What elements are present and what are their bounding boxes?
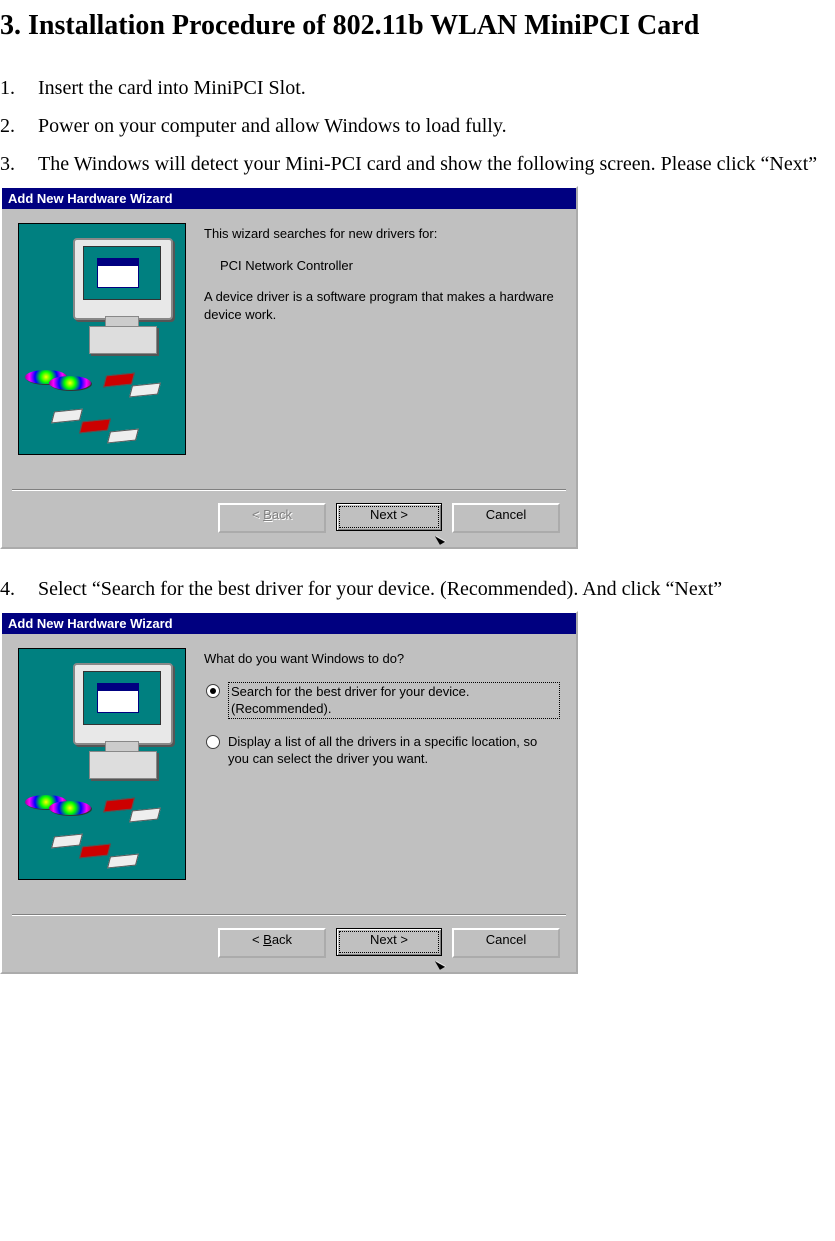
wizard-button-row: < Back Next > Cancel — [2, 916, 576, 972]
wizard-dialog-2: Add New Hardware Wizard What do you want… — [0, 611, 578, 974]
step-text: Select “Search for the best driver for y… — [38, 573, 835, 605]
radio-icon — [206, 684, 220, 698]
step-number: 2. — [0, 110, 38, 142]
cancel-button[interactable]: Cancel — [452, 503, 560, 533]
wizard-content: This wizard searches for new drivers for… — [204, 223, 560, 483]
step-3: 3. The Windows will detect your Mini-PCI… — [0, 148, 835, 180]
install-steps-continued: 4. Select “Search for the best driver fo… — [0, 573, 835, 605]
page-title: 3. Installation Procedure of 802.11b WLA… — [0, 10, 835, 42]
step-4: 4. Select “Search for the best driver fo… — [0, 573, 835, 605]
wizard-content: What do you want Windows to do? Search f… — [204, 648, 560, 908]
back-button: < Back — [218, 503, 326, 533]
step-number: 4. — [0, 573, 38, 605]
radio-label: Display a list of all the drivers in a s… — [228, 733, 560, 768]
wizard-description: A device driver is a software program th… — [204, 288, 560, 323]
wizard-question: What do you want Windows to do? — [204, 650, 560, 668]
install-steps: 1. Insert the card into MiniPCI Slot. 2.… — [0, 72, 835, 180]
radio-icon — [206, 735, 220, 749]
step-text: The Windows will detect your Mini-PCI ca… — [38, 148, 835, 180]
wizard-dialog-1: Add New Hardware Wizard This wizard sear… — [0, 186, 578, 549]
wizard-titlebar: Add New Hardware Wizard — [2, 188, 576, 209]
wizard-intro-text: This wizard searches for new drivers for… — [204, 225, 560, 243]
step-number: 1. — [0, 72, 38, 104]
radio-label: Search for the best driver for your devi… — [228, 682, 560, 719]
wizard-titlebar: Add New Hardware Wizard — [2, 613, 576, 634]
wizard-illustration — [18, 648, 186, 880]
step-2: 2. Power on your computer and allow Wind… — [0, 110, 835, 142]
step-1: 1. Insert the card into MiniPCI Slot. — [0, 72, 835, 104]
detected-device: PCI Network Controller — [220, 257, 560, 275]
wizard-illustration — [18, 223, 186, 455]
wizard-button-row: < Back Next > Cancel — [2, 491, 576, 547]
back-button[interactable]: < Back — [218, 928, 326, 958]
next-button[interactable]: Next > — [336, 928, 442, 956]
radio-option-list[interactable]: Display a list of all the drivers in a s… — [204, 733, 560, 768]
step-text: Insert the card into MiniPCI Slot. — [38, 72, 835, 104]
radio-option-search[interactable]: Search for the best driver for your devi… — [204, 682, 560, 719]
next-button[interactable]: Next > — [336, 503, 442, 531]
cancel-button[interactable]: Cancel — [452, 928, 560, 958]
step-text: Power on your computer and allow Windows… — [38, 110, 835, 142]
step-number: 3. — [0, 148, 38, 180]
